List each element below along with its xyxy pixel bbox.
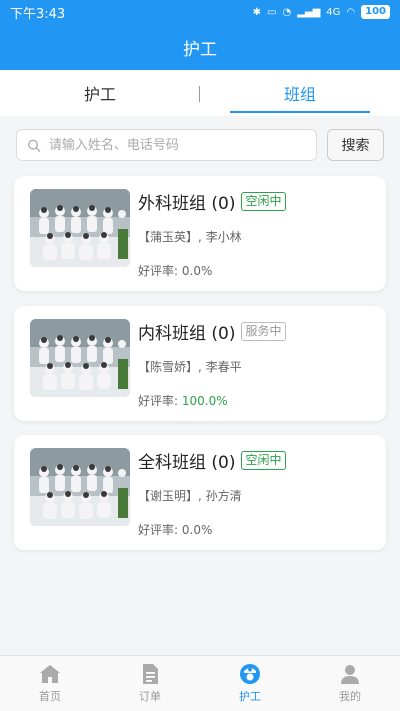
nav-label: 订单 xyxy=(139,690,161,703)
tab-nurse[interactable]: 护工 xyxy=(0,70,200,116)
team-photo xyxy=(30,189,130,267)
team-name: 外科班组 (0) xyxy=(138,194,236,214)
rating-value: 0.0% xyxy=(181,523,213,537)
team-members: 【蒲玉英】, 李小林 xyxy=(138,230,242,244)
nav-nurse[interactable]: 护工 xyxy=(200,656,300,711)
nav-label: 我的 xyxy=(339,690,361,703)
nav-home[interactable]: 首页 xyxy=(0,656,100,711)
team-name: 全科班组 (0) xyxy=(138,453,236,473)
search-row: 搜索 xyxy=(16,129,384,161)
team-title: 外科班组 (0) 空闲中 xyxy=(138,189,286,214)
app-bar: 护工 xyxy=(0,24,400,70)
status-badge: 空闲中 xyxy=(241,192,286,211)
search-input[interactable] xyxy=(48,137,306,153)
battery-icon: 100 xyxy=(361,5,390,19)
team-name: 内科班组 (0) xyxy=(138,324,236,344)
rating-label: 好评率: xyxy=(138,264,179,278)
team-rating: 好评率: 0.0% xyxy=(138,262,212,279)
team-members: 【谢玉明】, 孙方清 xyxy=(138,489,242,503)
rating-label: 好评率: xyxy=(138,394,179,408)
status-badge: 空闲中 xyxy=(241,451,286,470)
rating-value: 100.0% xyxy=(181,394,228,408)
status-badge: 服务中 xyxy=(241,322,286,341)
alarm-icon: ◔ xyxy=(282,6,292,18)
search-button[interactable]: 搜索 xyxy=(327,129,384,161)
bottom-nav: 首页 订单 护工 我的 xyxy=(0,655,400,711)
team-title: 全科班组 (0) 空闲中 xyxy=(138,448,286,473)
user-icon xyxy=(341,665,359,684)
page-title: 护工 xyxy=(183,39,217,60)
team-card[interactable]: 外科班组 (0) 空闲中 【蒲玉英】, 李小林 好评率: 0.0% xyxy=(14,176,386,291)
order-icon xyxy=(143,664,158,684)
team-rating: 好评率: 100.0% xyxy=(138,392,228,409)
team-members: 【陈雪娇】, 李春平 xyxy=(138,360,242,374)
tab-divider xyxy=(199,86,200,102)
rating-value: 0.0% xyxy=(181,264,213,278)
status-icons: ✱ ▭ ◔ ▂▄▆ 4G ◠ 100 xyxy=(253,5,390,19)
home-icon xyxy=(40,665,60,683)
team-photo xyxy=(30,448,130,526)
team-card[interactable]: 全科班组 (0) 空闲中 【谢玉明】, 孙方清 好评率: 0.0% xyxy=(14,435,386,550)
network-label: 4G xyxy=(326,6,341,18)
nav-orders[interactable]: 订单 xyxy=(100,656,200,711)
team-rating: 好评率: 0.0% xyxy=(138,521,212,538)
rating-label: 好评率: xyxy=(138,523,179,537)
nav-label: 首页 xyxy=(39,690,61,703)
team-card[interactable]: 内科班组 (0) 服务中 【陈雪娇】, 李春平 好评率: 100.0% xyxy=(14,306,386,421)
search-box xyxy=(16,129,317,161)
nav-label: 护工 xyxy=(239,690,261,703)
wifi-icon: ◠ xyxy=(346,6,356,18)
status-time: 下午3:43 xyxy=(10,6,66,22)
nav-profile[interactable]: 我的 xyxy=(300,656,400,711)
vibrate-icon: ▭ xyxy=(267,6,277,18)
team-title: 内科班组 (0) 服务中 xyxy=(138,319,286,344)
search-icon xyxy=(28,139,41,152)
tab-team[interactable]: 班组 xyxy=(200,70,400,116)
nurse-icon xyxy=(240,664,260,684)
status-bar: 下午3:43 ✱ ▭ ◔ ▂▄▆ 4G ◠ 100 xyxy=(0,0,400,24)
signal-icon: ▂▄▆ xyxy=(297,6,321,18)
team-photo xyxy=(30,319,130,397)
bluetooth-icon: ✱ xyxy=(252,6,261,18)
tab-bar: 护工 班组 xyxy=(0,70,400,116)
